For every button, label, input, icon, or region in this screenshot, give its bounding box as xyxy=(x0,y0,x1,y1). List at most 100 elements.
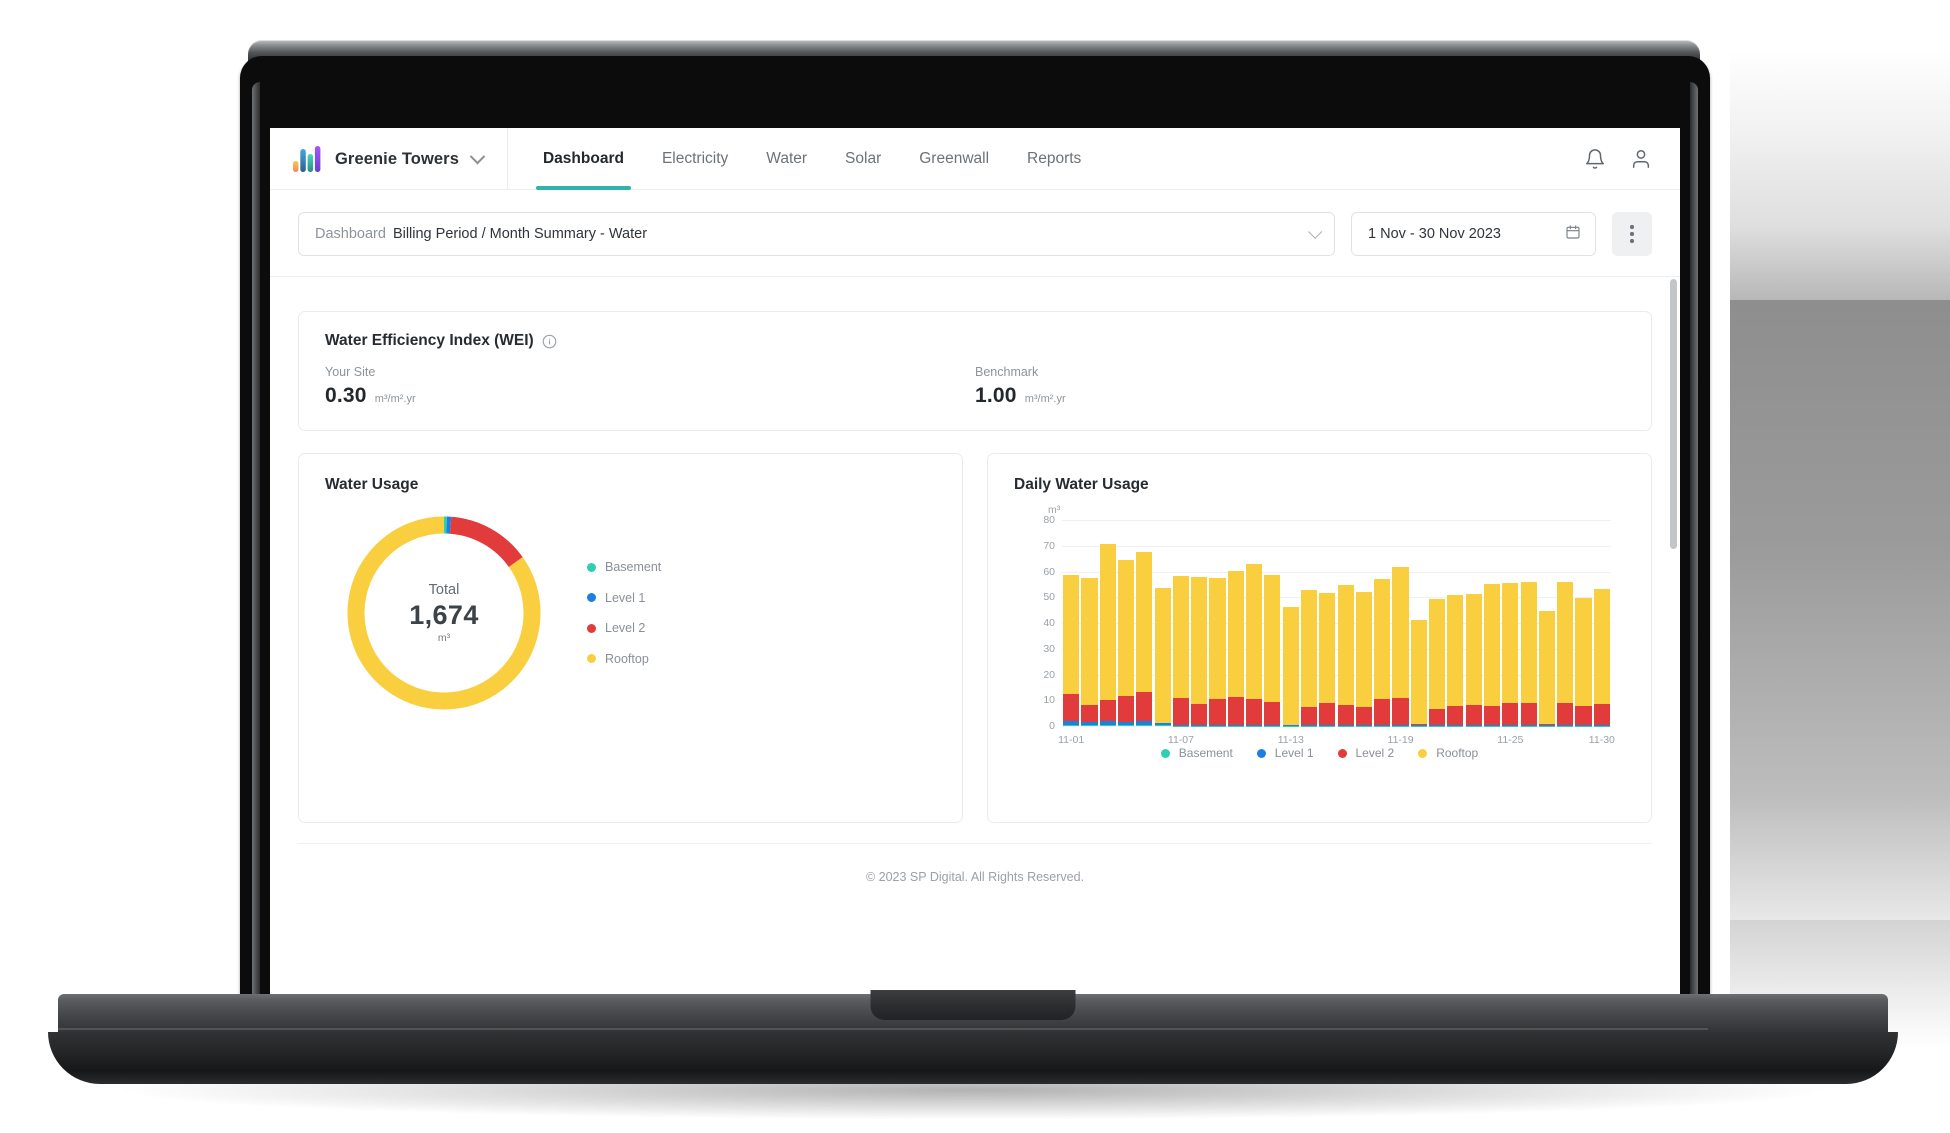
bar-segment-rooftop xyxy=(1447,594,1464,707)
y-axis-tick: 70 xyxy=(1043,539,1055,552)
donut-legend-item[interactable]: Basement xyxy=(587,560,661,574)
brand-selector[interactable]: Greenie Towers xyxy=(270,128,508,190)
bar-column[interactable] xyxy=(1136,520,1153,726)
tab-solar[interactable]: Solar xyxy=(826,128,900,190)
app-header: Greenie Towers Dashboard Electricity Wat… xyxy=(270,128,1680,190)
bar-segment-level-2 xyxy=(1081,705,1098,722)
bar-segment-rooftop xyxy=(1465,594,1482,705)
bar-column[interactable] xyxy=(1337,520,1354,726)
donut-chart[interactable]: Total 1,674 m³ xyxy=(339,508,549,718)
donut-legend-item[interactable]: Rooftop xyxy=(587,652,661,666)
bar-column[interactable] xyxy=(1154,520,1171,726)
bell-icon[interactable] xyxy=(1584,148,1606,170)
bar-segment-rooftop xyxy=(1575,597,1592,707)
wei-your-site: Your Site 0.30 m³/m².yr xyxy=(325,365,975,408)
dashboard-select[interactable]: Dashboard Billing Period / Month Summary… xyxy=(298,212,1335,256)
bar-segment-rooftop xyxy=(1172,576,1189,698)
bar-segment-basement xyxy=(1319,725,1336,726)
water-usage-card: Water Usage Total 1,674 m³ Basement Leve… xyxy=(298,453,963,823)
bar-column[interactable] xyxy=(1172,520,1189,726)
legend-label: Level 1 xyxy=(605,590,646,605)
bar-column[interactable] xyxy=(1502,520,1519,726)
x-axis-tick: 11-19 xyxy=(1387,734,1414,746)
tab-dashboard[interactable]: Dashboard xyxy=(524,128,643,190)
chevron-down-icon xyxy=(1308,224,1323,239)
bar-segment-level-2 xyxy=(1465,704,1482,726)
donut-legend: Basement Level 1 Level 2 Rooftop xyxy=(587,560,661,666)
bar-legend-item[interactable]: Basement xyxy=(1160,746,1233,760)
bar-segment-rooftop xyxy=(1099,543,1116,701)
bar-segment-level-2 xyxy=(1575,706,1592,726)
bar-column[interactable] xyxy=(1429,520,1446,726)
laptop-frame: Greenie Towers Dashboard Electricity Wat… xyxy=(0,40,1898,1120)
bar-column[interactable] xyxy=(1282,520,1299,726)
bar-column[interactable] xyxy=(1410,520,1427,726)
bar-column[interactable] xyxy=(1264,520,1281,726)
bar-chart-plot[interactable]: 0 10 20 30 40 50 60 70 80 11-01 11-07 11-13 11-19 11-… xyxy=(1043,514,1615,746)
calendar-icon xyxy=(1565,224,1581,245)
bar-column[interactable] xyxy=(1117,520,1135,726)
info-circle-icon[interactable] xyxy=(542,334,557,349)
bar-column[interactable] xyxy=(1447,520,1464,726)
footer: © 2023 SP Digital. All Rights Reserved. xyxy=(298,843,1652,884)
bar-column[interactable] xyxy=(1227,520,1244,726)
legend-label: Rooftop xyxy=(605,651,649,666)
tab-greenwall[interactable]: Greenwall xyxy=(900,128,1008,190)
dashboard-select-value: Billing Period / Month Summary - Water xyxy=(392,226,648,242)
dashboard-app: Greenie Towers Dashboard Electricity Wat… xyxy=(270,128,1680,1018)
donut-legend-item[interactable]: Level 2 xyxy=(587,621,661,635)
wei-metrics: Your Site 0.30 m³/m².yr Benchmark 1.00 m… xyxy=(325,365,1625,408)
user-icon[interactable] xyxy=(1630,148,1652,170)
vertical-scrollbar[interactable] xyxy=(1670,279,1677,549)
bar-column[interactable] xyxy=(1392,520,1409,726)
y-axis-tick: 0 xyxy=(1049,720,1055,732)
bar-column[interactable] xyxy=(1063,520,1080,726)
bar-segment-basement xyxy=(1154,725,1171,726)
more-options-button[interactable] xyxy=(1612,212,1652,256)
tab-water[interactable]: Water xyxy=(747,128,826,190)
kebab-dot xyxy=(1630,225,1634,229)
kebab-dot xyxy=(1630,239,1634,243)
date-range-picker[interactable]: 1 Nov - 30 Nov 2023 xyxy=(1351,212,1596,256)
bar-segment-level-2 xyxy=(1191,703,1208,726)
y-axis-tick: 50 xyxy=(1043,591,1055,604)
bar-column[interactable] xyxy=(1465,520,1482,726)
bar-segment-rooftop xyxy=(1483,584,1501,707)
bar-segment-level-2 xyxy=(1337,705,1354,726)
charts-row: Water Usage Total 1,674 m³ Basement Leve… xyxy=(298,453,1652,823)
bar-segment-level-2 xyxy=(1227,697,1244,726)
bar-legend-item[interactable]: Rooftop xyxy=(1418,746,1478,760)
bar-column[interactable] xyxy=(1483,520,1501,726)
kebab-dot xyxy=(1630,232,1634,236)
bar-column[interactable] xyxy=(1593,520,1610,726)
water-usage-title: Water Usage xyxy=(325,476,419,493)
bar-column[interactable] xyxy=(1300,520,1318,726)
donut-center-labels: Total 1,674 m³ xyxy=(339,508,549,718)
bar-column[interactable] xyxy=(1355,520,1372,726)
bar-segment-basement xyxy=(1081,725,1098,726)
tab-electricity[interactable]: Electricity xyxy=(643,128,747,190)
tab-reports[interactable]: Reports xyxy=(1008,128,1100,190)
bar-column[interactable] xyxy=(1557,520,1574,726)
bar-column[interactable] xyxy=(1538,520,1555,726)
bar-segment-basement xyxy=(1300,725,1318,726)
bar-column[interactable] xyxy=(1209,520,1226,726)
bar-segment-basement xyxy=(1465,725,1482,726)
donut-total-value: 1,674 xyxy=(409,600,479,630)
bar-segment-level-2 xyxy=(1246,698,1263,726)
bar-legend-item[interactable]: Level 2 xyxy=(1337,746,1394,760)
bar-segment-level-2 xyxy=(1520,703,1537,726)
bar-column[interactable] xyxy=(1374,520,1391,726)
bar-column[interactable] xyxy=(1246,520,1263,726)
donut-legend-item[interactable]: Level 1 xyxy=(587,591,661,605)
bar-segment-basement xyxy=(1355,725,1372,726)
bar-column[interactable] xyxy=(1081,520,1098,726)
bar-segment-rooftop xyxy=(1319,593,1336,704)
bar-column[interactable] xyxy=(1520,520,1537,726)
brand-name: Greenie Towers xyxy=(335,149,459,168)
bar-column[interactable] xyxy=(1319,520,1336,726)
bar-column[interactable] xyxy=(1575,520,1592,726)
bar-column[interactable] xyxy=(1099,520,1116,726)
bar-legend-item[interactable]: Level 1 xyxy=(1256,746,1314,760)
bar-column[interactable] xyxy=(1191,520,1208,726)
